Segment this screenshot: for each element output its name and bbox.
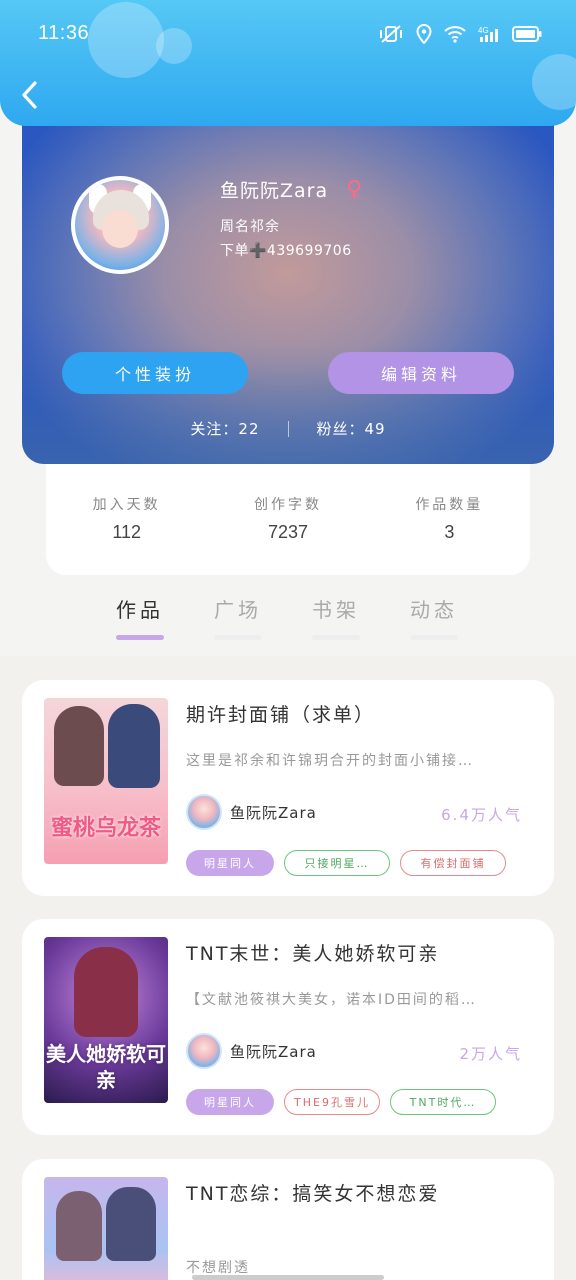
cover-figure: [108, 704, 160, 788]
work-popularity: 2万人气: [459, 1045, 522, 1063]
tab-indicator: [214, 635, 262, 640]
tag[interactable]: THE9孔雪儿: [284, 1089, 380, 1115]
tab-indicator: [116, 635, 164, 640]
tag[interactable]: 只接明星…: [284, 850, 390, 876]
work-cover: [44, 1177, 168, 1280]
tab-activity[interactable]: 动态: [404, 594, 464, 640]
avatar[interactable]: [71, 176, 169, 274]
tab-works[interactable]: 作品: [110, 594, 170, 640]
fans-count[interactable]: 粉丝：49: [317, 418, 386, 439]
fans-label: 粉丝：: [316, 420, 365, 438]
cover-figure: [54, 706, 104, 786]
work-tags: 明星同人 只接明星… 有偿封面铺: [186, 850, 506, 876]
author-name: 鱼阮阮Zara: [230, 1042, 317, 1061]
following-value: 22: [238, 420, 260, 438]
status-bar: 11:36 4G: [0, 0, 576, 70]
stat-label: 作品数量: [415, 497, 484, 513]
tab-label: 广场: [214, 598, 262, 622]
top-header: 11:36 4G: [0, 0, 576, 126]
author-name: 鱼阮阮Zara: [230, 803, 317, 822]
cover-title: 美人她娇软可亲: [46, 1042, 166, 1092]
stats-card: 加入天数 112 创作字数 7237 作品数量 3: [46, 450, 530, 575]
profile-bio-line2: 下单➕439699706: [220, 243, 352, 259]
edit-profile-button[interactable]: 编辑资料: [328, 352, 514, 394]
tag[interactable]: 明星同人: [186, 1089, 274, 1115]
tab-label: 书架: [312, 598, 360, 622]
cellular-4g-icon: 4G: [478, 26, 498, 42]
work-cover: 蜜桃乌龙茶: [44, 698, 168, 864]
cover-figure: [106, 1187, 156, 1261]
stat-value: 112: [112, 522, 142, 542]
stat-works-count: 作品数量 3: [369, 494, 530, 575]
work-card[interactable]: 蜜桃乌龙茶 期许封面铺（求单） 这里是祁余和许锦玥合开的封面小铺接… 鱼阮阮Za…: [22, 680, 554, 896]
avatar-decor: [102, 210, 138, 248]
battery-icon: [512, 26, 542, 42]
tag[interactable]: 有偿封面铺: [400, 850, 506, 876]
back-button[interactable]: [20, 78, 48, 112]
profile-name-row: 鱼阮阮Zara ♀: [220, 176, 362, 203]
tag[interactable]: TNT时代…: [390, 1089, 496, 1115]
work-description: 这里是祁余和许锦玥合开的封面小铺接…: [186, 753, 474, 769]
tab-plaza[interactable]: 广场: [208, 594, 268, 640]
stat-value: 3: [444, 522, 455, 542]
female-icon: ♀: [346, 176, 363, 202]
work-description: 【文献池筱祺大美女，诺本ID田间的稻…: [186, 992, 477, 1008]
tab-indicator: [312, 635, 360, 640]
cover-title: 蜜桃乌龙茶: [50, 816, 161, 841]
author-avatar: [186, 794, 222, 830]
work-card[interactable]: 美人她娇软可亲 TNT末世：美人她娇软可亲 【文献池筱祺大美女，诺本ID田间的稻…: [22, 919, 554, 1135]
cover-figure: [74, 947, 138, 1037]
profile-name: 鱼阮阮Zara: [220, 180, 329, 202]
cover-figure: [56, 1191, 102, 1261]
work-tags: 明星同人 THE9孔雪儿 TNT时代…: [186, 1089, 496, 1115]
work-description: 不想剧透: [186, 1260, 250, 1276]
stat-label: 加入天数: [92, 497, 161, 513]
work-title: TNT末世：美人她娇软可亲: [186, 943, 440, 965]
avatar-image: [75, 180, 165, 270]
status-time: 11:36: [38, 22, 90, 44]
tab-indicator: [410, 635, 458, 640]
tag[interactable]: 明星同人: [186, 850, 274, 876]
chevron-left-icon: [22, 81, 37, 109]
profile-bio-line1: 周名祁余: [220, 219, 280, 235]
wifi-icon: [444, 26, 466, 43]
fans-value: 49: [364, 420, 386, 438]
work-cover: 美人她娇软可亲: [44, 937, 168, 1103]
work-title: TNT恋综：搞笑女不想恋爱: [186, 1183, 440, 1205]
divider: [287, 420, 289, 437]
work-title: 期许封面铺（求单）: [186, 704, 376, 726]
vibrate-mute-icon: [380, 25, 402, 43]
svg-text:4G: 4G: [478, 26, 489, 35]
following-count[interactable]: 关注：22: [190, 418, 259, 439]
stat-value: 7237: [267, 522, 309, 542]
status-icons: 4G: [378, 24, 542, 44]
work-author: 鱼阮阮Zara: [186, 1033, 317, 1069]
stat-join-days: 加入天数 112: [46, 494, 207, 575]
stat-label: 创作字数: [253, 497, 322, 513]
work-author: 鱼阮阮Zara: [186, 794, 317, 830]
tab-label: 作品: [116, 598, 164, 622]
home-indicator: [192, 1275, 384, 1280]
work-card[interactable]: TNT恋综：搞笑女不想恋爱 不想剧透: [22, 1159, 554, 1280]
stat-word-count: 创作字数 7237: [207, 494, 368, 575]
tab-bar: 作品 广场 书架 动态: [0, 584, 576, 656]
location-icon: [416, 24, 432, 44]
tab-bookshelf[interactable]: 书架: [306, 594, 366, 640]
tab-label: 动态: [410, 598, 458, 622]
profile-card: 鱼阮阮Zara ♀ 周名祁余 下单➕439699706 个性装扮 编辑资料 关注…: [22, 118, 554, 464]
following-label: 关注：: [190, 420, 239, 438]
work-popularity: 6.4万人气: [441, 806, 522, 824]
author-avatar: [186, 1033, 222, 1069]
style-dressup-button[interactable]: 个性装扮: [62, 352, 248, 394]
follow-stats: 关注：22 粉丝：49: [22, 418, 554, 439]
